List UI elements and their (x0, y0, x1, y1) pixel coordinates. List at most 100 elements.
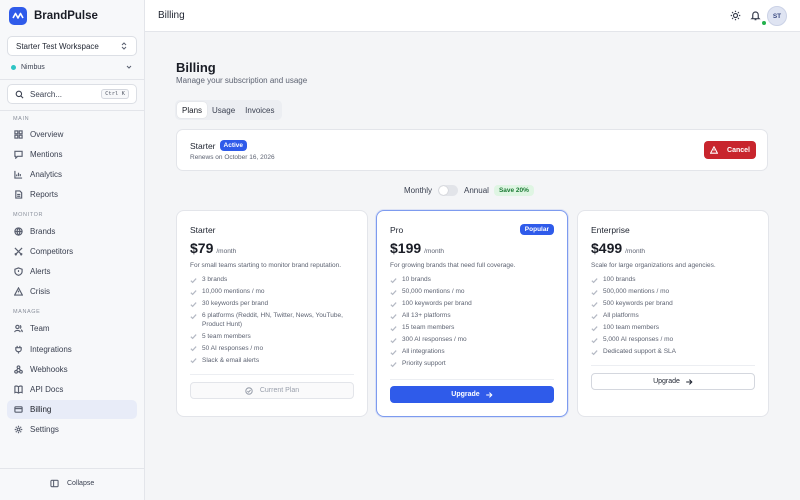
sidebar-item-crisis[interactable]: Crisis (7, 282, 137, 301)
feature-item: Slack & email alerts (190, 357, 360, 366)
book-icon (14, 385, 23, 394)
button-label: Upgrade (451, 391, 480, 398)
check-icon (591, 301, 598, 307)
sidebar-item-label: Mentions (30, 150, 63, 159)
check-icon (190, 301, 197, 307)
chart-icon (14, 170, 23, 179)
warning-icon (14, 287, 23, 296)
plan-description: Scale for large organizations and agenci… (591, 262, 716, 269)
credit-card-icon (14, 406, 23, 413)
sidebar-item-label: Competitors (30, 247, 74, 256)
annual-label: Annual (464, 185, 489, 195)
feature-item: All platforms (591, 312, 761, 321)
feature-item: 10,000 mentions / mo (190, 288, 360, 297)
sidebar-item-analytics[interactable]: Analytics (7, 165, 137, 184)
check-icon (390, 289, 397, 295)
notifications-button[interactable] (750, 10, 761, 21)
feature-item: 100 brands (591, 276, 761, 285)
check-icon (591, 289, 598, 295)
check-icon (190, 313, 197, 319)
plan-price: $499 /month (591, 240, 645, 256)
plan-name: Pro (390, 225, 404, 235)
check-icon (390, 301, 397, 307)
feature-list: 100 brands 500,000 mentions / mo 500 key… (591, 276, 761, 360)
collapse-sidebar-button[interactable]: Collapse (50, 479, 94, 488)
tab-plans[interactable]: Plans (177, 102, 208, 118)
sidebar-item-label: Overview (30, 130, 64, 139)
sidebar-item-integrations[interactable]: Integrations (7, 340, 137, 359)
annual-switch[interactable] (438, 184, 459, 196)
check-icon (591, 349, 598, 355)
feature-item: 15 team members (390, 324, 560, 333)
sidebar-item-alerts[interactable]: Alerts (7, 262, 137, 281)
sidebar-item-label: Integrations (30, 345, 72, 354)
current-plan-card: Starter Active Renews on October 16, 202… (176, 129, 768, 171)
check-icon (390, 361, 397, 367)
check-icon (390, 325, 397, 331)
shield-alert-icon (14, 267, 23, 276)
price-amount: $79 (190, 240, 214, 256)
sidebar-item-webhooks[interactable]: Webhooks (7, 360, 137, 379)
page-subtitle: Manage your subscription and usage (176, 76, 308, 85)
plan-card-enterprise: Enterprise $499 /month Scale for large o… (577, 210, 769, 417)
tab-invoices[interactable]: Invoices (240, 102, 279, 118)
cancel-subscription-button[interactable]: Cancel (704, 141, 756, 159)
check-circle-icon (245, 386, 253, 395)
sidebar-item-api-docs[interactable]: API Docs (7, 380, 137, 399)
webhook-icon (14, 365, 23, 374)
sidebar-item-overview[interactable]: Overview (7, 125, 137, 144)
sidebar: BrandPulse Starter Test Workspace Nimbus… (0, 0, 145, 500)
feature-item: All integrations (390, 348, 560, 357)
sidebar-item-brands[interactable]: Brands (7, 222, 137, 241)
sidebar-item-reports[interactable]: Reports (7, 185, 137, 204)
price-amount: $199 (390, 240, 422, 256)
plan-price: $199 /month (390, 240, 444, 256)
workspace-name: Starter Test Workspace (16, 41, 99, 51)
header-title: Billing (158, 10, 185, 21)
sidebar-divider (0, 468, 145, 469)
check-icon (390, 277, 397, 283)
feature-item: Dedicated support & SLA (591, 348, 761, 357)
sidebar-collapse-icon (50, 479, 59, 488)
sidebar-item-mentions[interactable]: Mentions (7, 145, 137, 164)
arrow-right-icon (686, 378, 693, 385)
sidebar-divider (0, 110, 145, 111)
theme-toggle-button[interactable] (730, 10, 741, 21)
sidebar-item-team[interactable]: Team (7, 319, 137, 338)
users-icon (14, 324, 23, 333)
arrow-right-icon (485, 391, 493, 398)
workspace-selector[interactable]: Starter Test Workspace (7, 36, 137, 56)
tab-usage[interactable]: Usage (207, 102, 240, 118)
warning-icon (710, 146, 719, 154)
feature-item: 500,000 mentions / mo (591, 288, 761, 297)
search-icon (15, 90, 24, 98)
price-amount: $499 (591, 240, 623, 256)
sidebar-item-settings[interactable]: Settings (7, 420, 137, 439)
collapse-label: Collapse (67, 480, 95, 487)
upgrade-pro-button[interactable]: Upgrade (390, 386, 554, 403)
globe-icon (14, 227, 23, 236)
price-period: /month (216, 248, 237, 255)
brand[interactable]: BrandPulse (9, 7, 98, 25)
bell-icon (750, 11, 761, 21)
save-badge: Save 20% (493, 184, 534, 196)
upgrade-enterprise-button[interactable]: Upgrade (591, 373, 755, 390)
project-status-dot (11, 64, 16, 70)
plan-name: Starter (190, 225, 216, 235)
section-label-manage: MANAGE (13, 309, 41, 315)
sidebar-item-billing[interactable]: Billing (7, 400, 137, 419)
plan-card-pro: Pro Popular $199 /month For growing bran… (376, 210, 568, 417)
user-avatar[interactable]: ST (767, 6, 787, 26)
sun-icon (730, 10, 741, 21)
search-input[interactable]: Search... Ctrl K (7, 84, 137, 104)
feature-item: 10 brands (390, 276, 560, 285)
price-period: /month (424, 248, 445, 255)
feature-item: All 13+ platforms (390, 312, 560, 321)
feature-item: 300 AI responses / mo (390, 336, 560, 345)
sidebar-item-label: Team (30, 324, 50, 333)
button-label: Upgrade (653, 378, 680, 385)
sidebar-item-label: Alerts (30, 267, 51, 276)
project-selector[interactable]: Nimbus (11, 61, 133, 73)
top-header: Billing (145, 0, 800, 32)
sidebar-item-competitors[interactable]: Competitors (7, 242, 137, 261)
